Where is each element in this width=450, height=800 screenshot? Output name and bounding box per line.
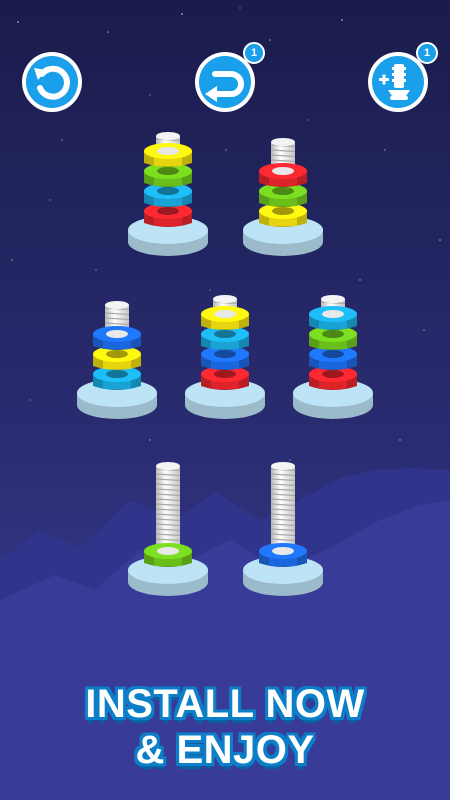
undo-icon: [22, 52, 82, 112]
add-screw-button[interactable]: 1: [366, 42, 438, 114]
nut-blue[interactable]: [259, 543, 307, 567]
redo-badge: 1: [243, 42, 265, 64]
screw-tip: [156, 462, 180, 470]
add-screw-badge: 1: [416, 42, 438, 64]
undo-button[interactable]: [20, 50, 84, 114]
screw-tip: [271, 138, 295, 146]
nut-blue[interactable]: [93, 326, 141, 350]
screw-tip: [271, 462, 295, 470]
nut-red[interactable]: [259, 163, 307, 187]
screw-tip: [321, 295, 345, 303]
nut-cyan[interactable]: [309, 306, 357, 330]
nut-yellow[interactable]: [201, 306, 249, 330]
nut-green[interactable]: [144, 543, 192, 567]
nut-yellow[interactable]: [144, 143, 192, 167]
screw-tip: [156, 132, 180, 140]
cta-line-2: & ENJOY: [135, 728, 315, 772]
screw-tip: [105, 301, 129, 309]
game-board: [0, 0, 450, 800]
screw-tip: [213, 295, 237, 303]
redo-button[interactable]: 1: [193, 42, 265, 114]
cta-line-1: INSTALL NOW: [85, 682, 365, 726]
